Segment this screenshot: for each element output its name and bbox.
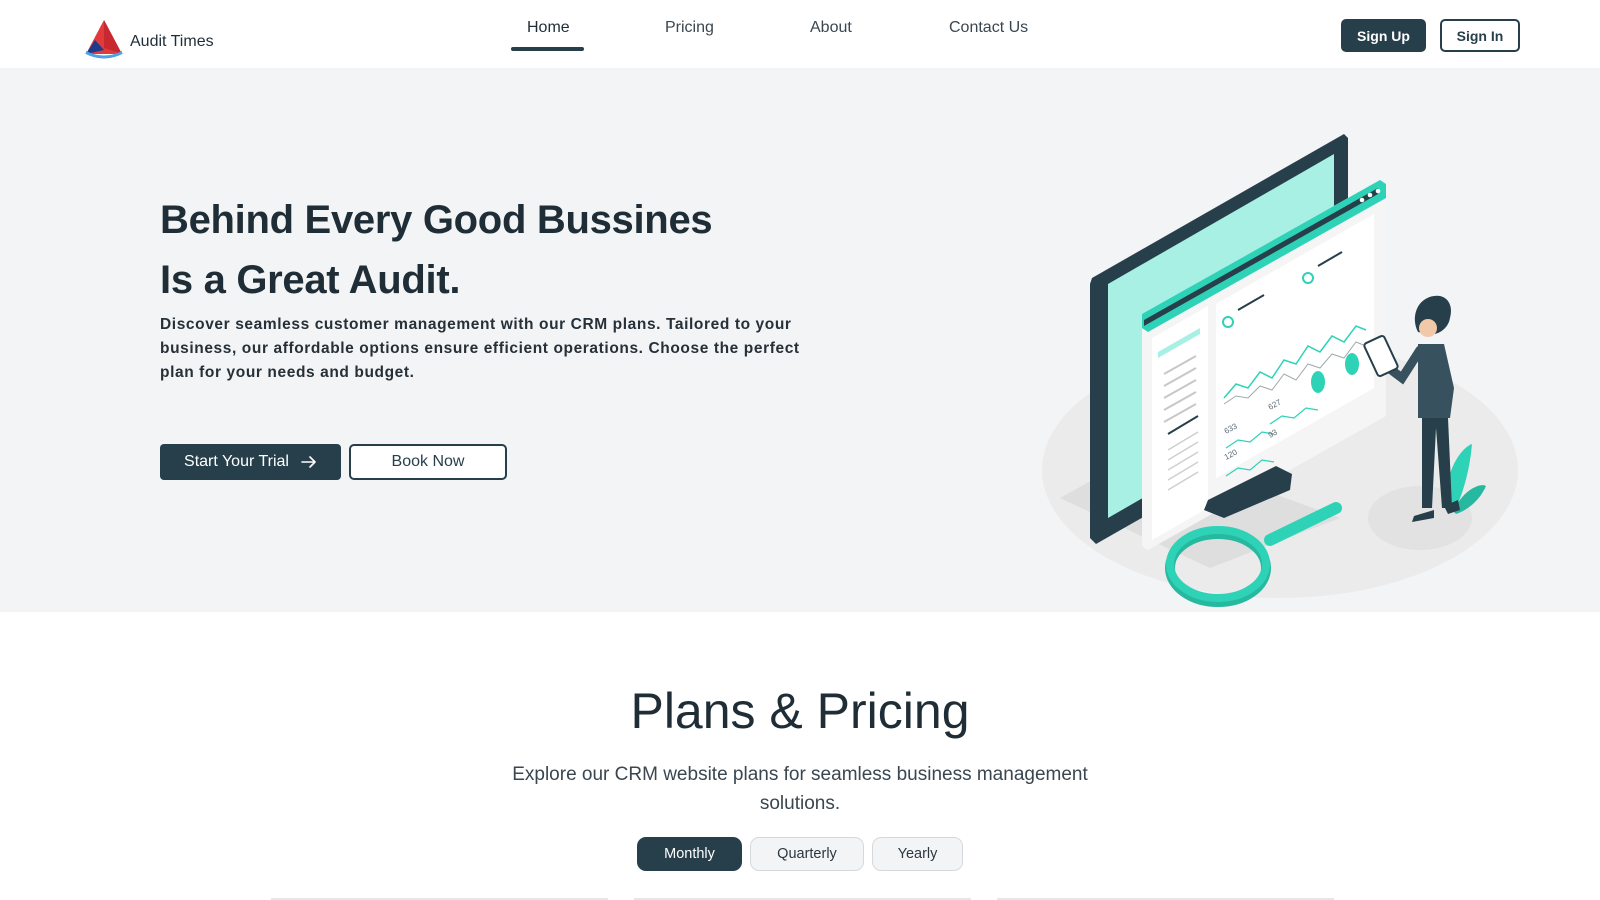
sign-up-button[interactable]: Sign Up [1341,19,1426,52]
monthly-toggle-button[interactable]: Monthly [637,837,742,871]
nav-contact-link[interactable]: Contact Us [949,19,1028,37]
book-now-button[interactable]: Book Now [349,444,507,480]
nav-home-link[interactable]: Home [527,19,570,37]
triangle-logo-icon [84,20,124,59]
brand-name: Audit Times [130,33,214,50]
nav-pricing-link[interactable]: Pricing [665,19,714,37]
hero-title-line-2: Is a Great Audit. [160,258,461,302]
pricing-title: Plans & Pricing [630,683,970,739]
sign-in-button[interactable]: Sign In [1440,19,1520,52]
yearly-toggle-button[interactable]: Yearly [872,837,963,871]
nav-about-link[interactable]: About [810,19,852,37]
start-trial-button[interactable]: Start Your Trial [160,444,341,480]
arrow-right-icon [301,456,316,468]
top-navbar: Audit Times Home Pricing About Contact U… [0,0,1600,68]
active-tab-indicator [511,47,584,51]
hero-description: Discover seamless customer management wi… [160,316,800,381]
hero-section: Behind Every Good Bussines Is a Great Au… [0,68,1600,612]
analytics-dashboard-illustration: 633 627 120 93 [1042,134,1518,607]
hero-title-line-1: Behind Every Good Bussines [160,198,713,242]
brand-logo-link[interactable]: Audit Times [82,18,214,60]
hero-title: Behind Every Good Bussines Is a Great Au… [160,190,713,310]
pricing-subtitle: Explore our CRM website plans for seamle… [512,764,1088,814]
start-trial-label: Start Your Trial [184,453,289,470]
quarterly-toggle-button[interactable]: Quarterly [750,837,864,871]
